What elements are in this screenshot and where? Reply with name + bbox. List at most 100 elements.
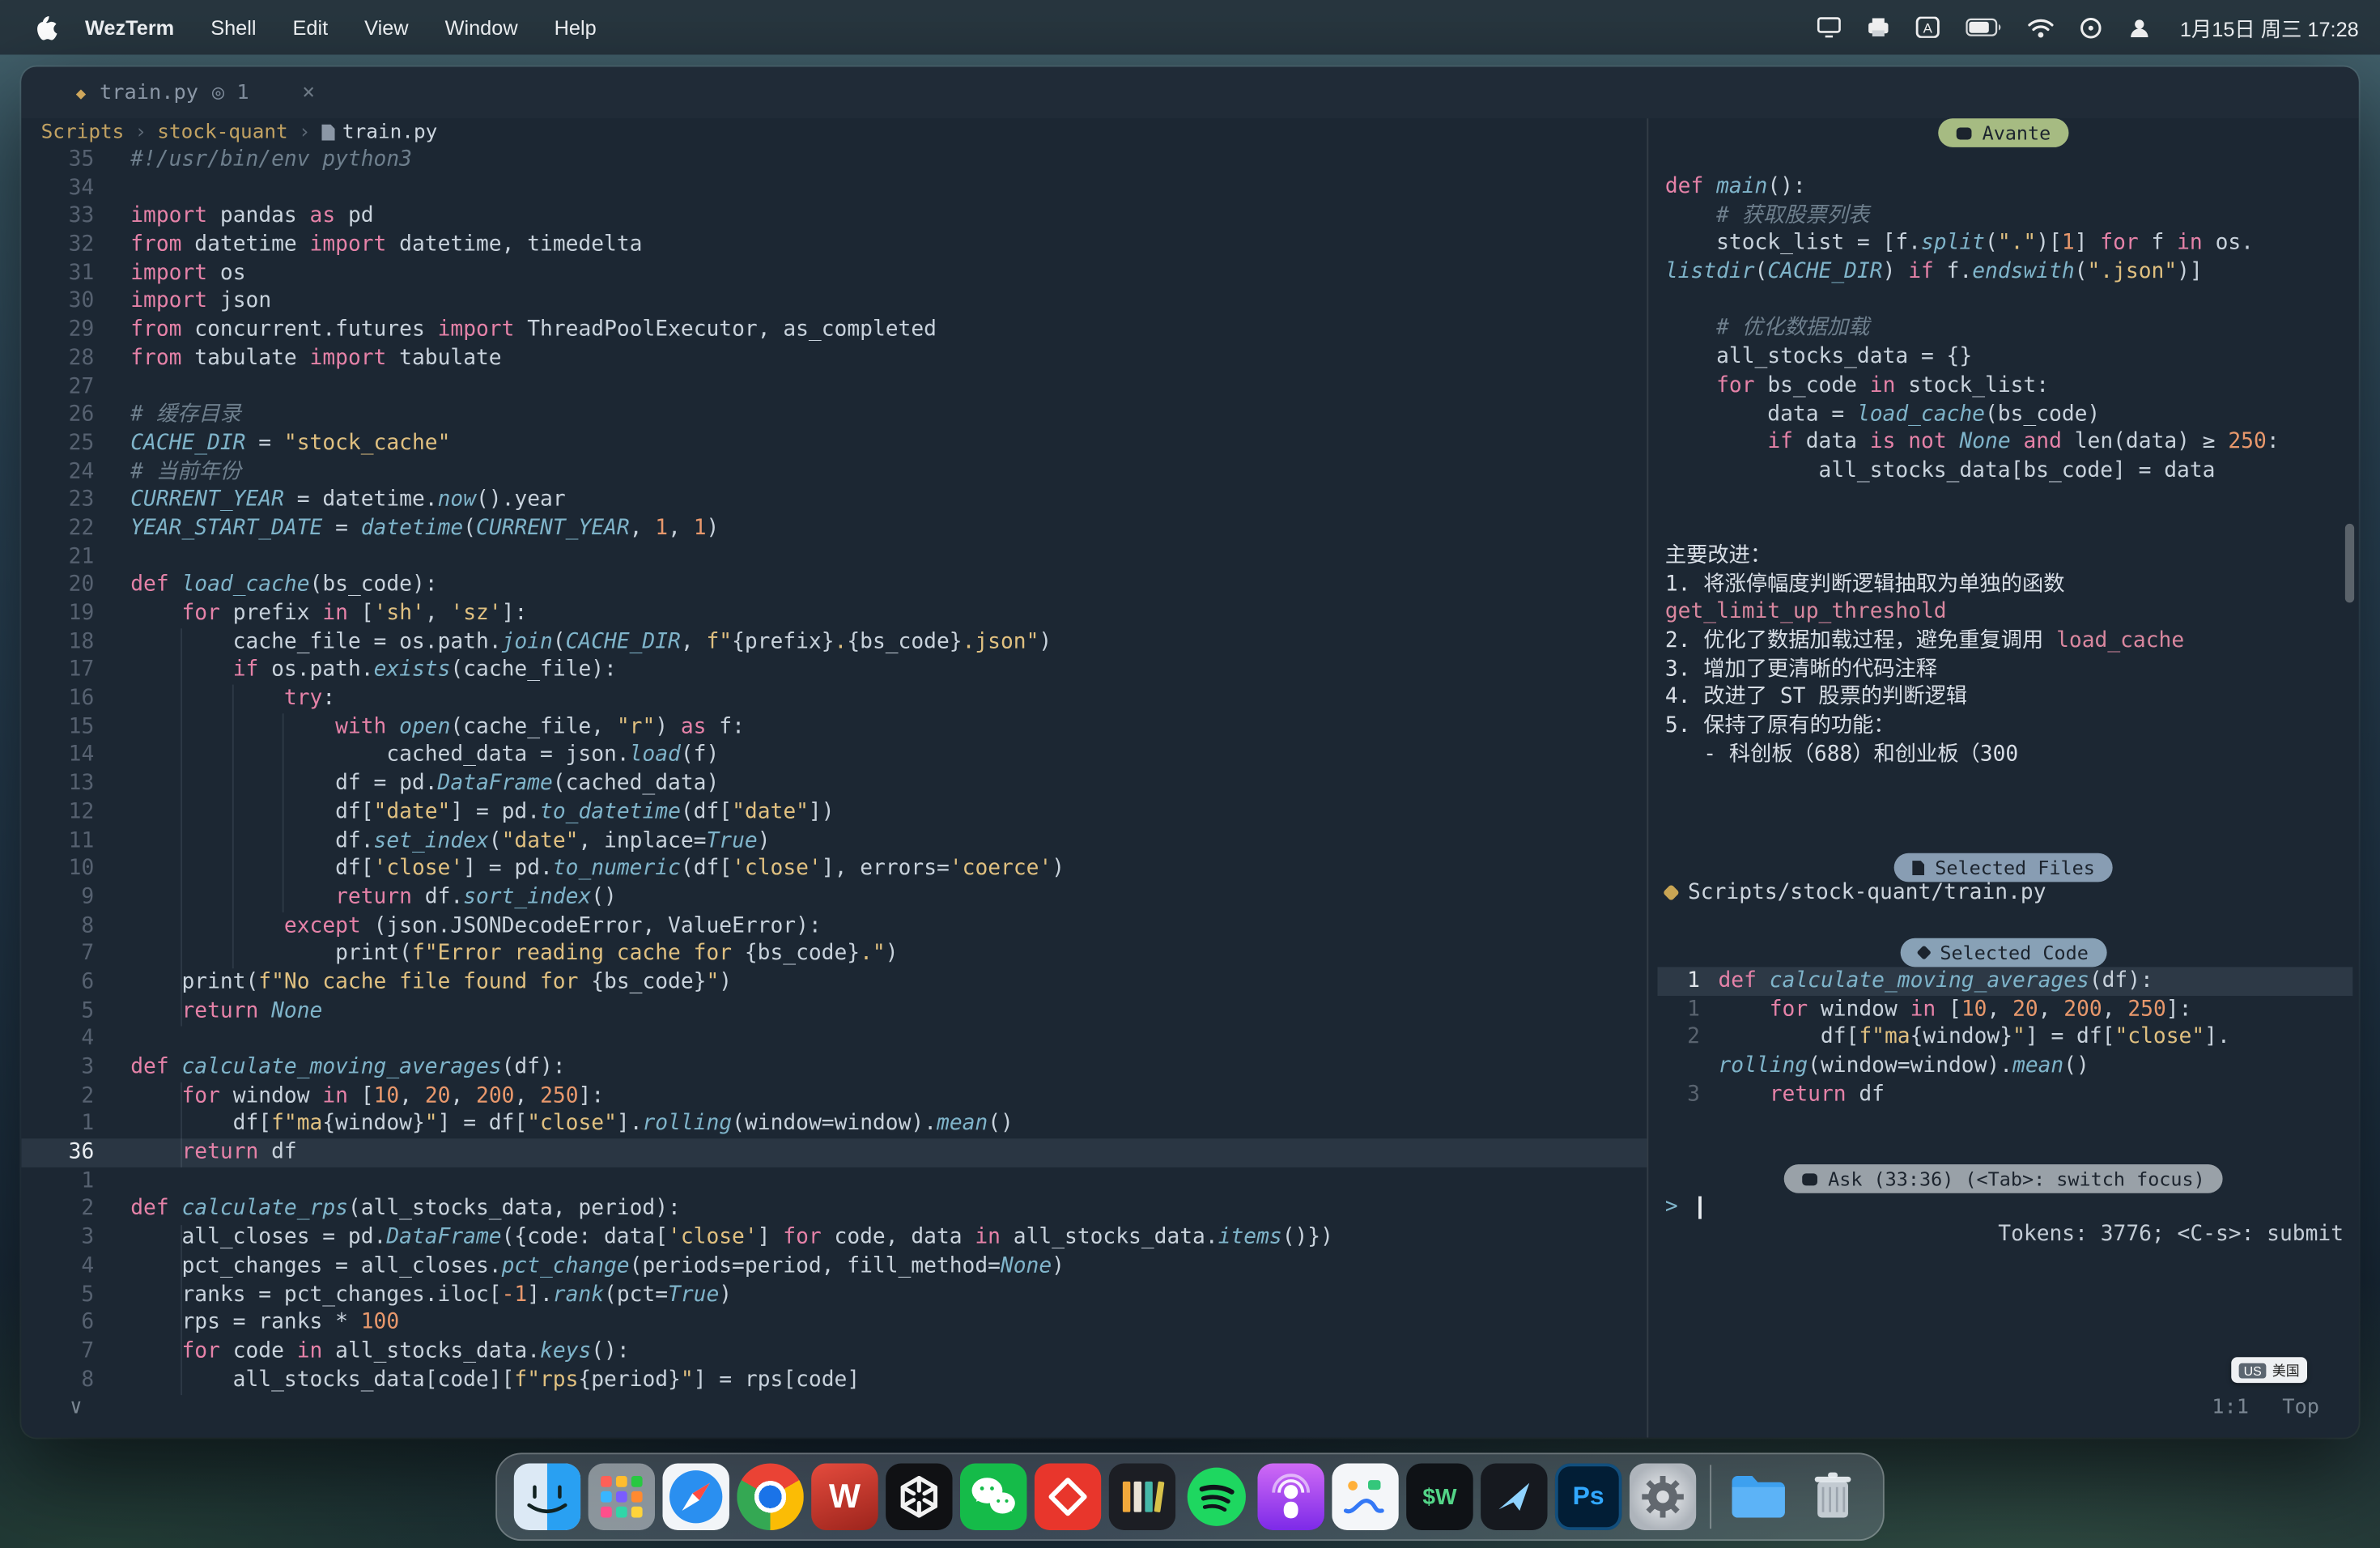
line-number: 14 (21, 742, 94, 770)
file-icon (321, 124, 335, 141)
line-number: 28 (21, 344, 94, 372)
assistant-code-line: all_stocks_data[bs_code] = data (1665, 457, 2280, 485)
code-line: 13 df = pd.DataFrame(cached_data) (21, 770, 1647, 798)
text-cursor (1699, 1196, 1702, 1218)
assistant-notes: 主要改进：1. 将涨停幅度判断逻辑抽取为单独的函数get_limit_up_th… (1665, 542, 2184, 768)
assistant-code-line: # 获取股票列表 (1665, 202, 2280, 230)
dock-item-launchpad[interactable] (589, 1464, 656, 1531)
line-number: 7 (21, 940, 94, 968)
dock-item-finder[interactable] (514, 1464, 581, 1531)
dock-item-system-settings[interactable] (1630, 1464, 1697, 1531)
code-line: 5 ranks = pct_changes.iloc[-1].rank(pct=… (21, 1281, 1647, 1309)
code-line: 33import pandas as pd (21, 202, 1647, 231)
line-number: 3 (21, 1223, 94, 1252)
dock-item-wechat[interactable] (960, 1464, 1027, 1531)
wifi-icon[interactable] (2028, 18, 2054, 37)
line-number: 5 (21, 1281, 94, 1309)
menu-item-edit[interactable]: Edit (293, 16, 329, 39)
line-number: 21 (21, 543, 94, 572)
breadcrumb-dir[interactable]: stock-quant (157, 121, 287, 143)
menu-items: Shell Edit View Window Help (210, 16, 632, 39)
code-editor[interactable]: 35#!/usr/bin/env python33433import panda… (21, 146, 1647, 1438)
assistant-code-line: stock_list = [f.split(".")[1] for f in o… (1665, 230, 2280, 258)
dock-item-chrome[interactable] (737, 1464, 804, 1531)
indent-guide (283, 713, 284, 912)
selected-file-row[interactable]: Scripts/stock-quant/train.py (1665, 881, 2046, 905)
assistant-note-line: 3. 增加了更清晰的代码注释 (1665, 656, 2184, 684)
tab-bar: ◆ train.py ◎ 1 × (21, 67, 2359, 119)
document-icon (1912, 860, 1924, 875)
line-number: 26 (21, 401, 94, 429)
menu-clock[interactable]: 1月15日 周三 17:28 (2180, 12, 2359, 43)
code-line: 28from tabulate import tabulate (21, 344, 1647, 372)
code-line: 4 (21, 1025, 1647, 1053)
line-number: 6 (21, 1309, 94, 1337)
line-number: 8 (21, 912, 94, 940)
menu-item-window[interactable]: Window (445, 16, 518, 39)
breadcrumb-dir[interactable]: Scripts (41, 121, 125, 143)
dock-item-podcasts[interactable] (1257, 1464, 1324, 1531)
line-number: 27 (21, 372, 94, 401)
focus-ring-icon[interactable] (2080, 16, 2102, 39)
dock-item-safari[interactable] (662, 1464, 729, 1531)
dock-item-freeform[interactable] (1332, 1464, 1399, 1531)
code-line: 6 rps = ranks * 100 (21, 1309, 1647, 1337)
code-line: 8 except (json.JSONDecodeError, ValueErr… (21, 912, 1647, 940)
dock-item-trash[interactable] (1800, 1464, 1867, 1531)
menu-item-help[interactable]: Help (555, 16, 597, 39)
scrollbar-thumb[interactable] (2345, 524, 2354, 603)
user-icon[interactable] (2128, 16, 2151, 39)
assistant-code-line: for bs_code in stock_list: (1665, 372, 2280, 400)
menu-item-shell[interactable]: Shell (210, 16, 256, 39)
dock-item-red-app[interactable] (1035, 1464, 1102, 1531)
battery-icon[interactable] (1966, 19, 2002, 37)
menu-app-name[interactable]: WezTerm (85, 16, 174, 39)
dock: W $W Ps (495, 1452, 1885, 1541)
input-source-a-icon[interactable]: A (1916, 17, 1940, 38)
dock-item-wps-office[interactable]: W (811, 1464, 878, 1531)
line-number: 3 (1658, 1081, 1719, 1109)
line-number: 30 (21, 287, 94, 316)
tokens-info: Tokens: 3776; <C-s>: submit (1998, 1222, 2344, 1246)
code-line: 1 df[f"ma{window}"] = df["close"].rollin… (21, 1110, 1647, 1138)
printer-icon[interactable] (1868, 17, 1890, 38)
breadcrumb-separator: › (299, 121, 311, 143)
code-line: 10 df['close'] = pd.to_numeric(df['close… (21, 855, 1647, 883)
statusline-marker: ∨ (70, 1395, 82, 1419)
tab-train-py[interactable]: ◆ train.py ◎ 1 × (76, 80, 315, 104)
dock-item-library-app[interactable] (1109, 1464, 1176, 1531)
ask-input[interactable]: > (1665, 1193, 1702, 1222)
dock-item-finance-app[interactable]: $W (1406, 1464, 1473, 1531)
menu-item-view[interactable]: View (364, 16, 408, 39)
line-number: 34 (21, 174, 94, 202)
code-line: 1 (21, 1167, 1647, 1195)
dock-item-photoshop[interactable]: Ps (1555, 1464, 1622, 1531)
apple-menu-icon[interactable] (36, 15, 57, 40)
line-number: 15 (21, 713, 94, 742)
dock-item-dark-app[interactable] (1481, 1464, 1548, 1531)
dock-item-downloads-folder[interactable] (1725, 1464, 1792, 1531)
dock-item-chatgpt[interactable] (886, 1464, 953, 1531)
selected-code-line: 3 return df (1658, 1081, 2353, 1109)
chat-bubble-icon (1957, 127, 1972, 139)
code-line: 29from concurrent.futures import ThreadP… (21, 316, 1647, 344)
line-number: 1 (21, 1167, 94, 1195)
code-line: 11 df.set_index("date", inplace=True) (21, 827, 1647, 855)
line-number: 18 (21, 628, 94, 657)
dock-item-spotify[interactable] (1184, 1464, 1251, 1531)
line-number: 1 (1658, 967, 1719, 995)
code-line: 27 (21, 372, 1647, 401)
breadcrumb-file[interactable]: train.py (321, 121, 438, 143)
line-number: 29 (21, 316, 94, 344)
breadcrumb-separator: › (134, 121, 147, 143)
code-line: 8 all_stocks_data[code][f"rps{period}"] … (21, 1366, 1647, 1394)
breadcrumb: Scripts › stock-quant › train.py (21, 118, 1647, 146)
code-line: 31import os (21, 259, 1647, 287)
tab-close-button[interactable]: × (302, 80, 315, 104)
assistant-note-line: get_limit_up_threshold (1665, 598, 2184, 627)
status-line: ∨ 1:1 Top (21, 1393, 2359, 1421)
line-number: 4 (21, 1025, 94, 1053)
code-line: 20def load_cache(bs_code): (21, 572, 1647, 600)
display-icon[interactable] (1817, 17, 1842, 38)
code-line: 34 (21, 174, 1647, 202)
